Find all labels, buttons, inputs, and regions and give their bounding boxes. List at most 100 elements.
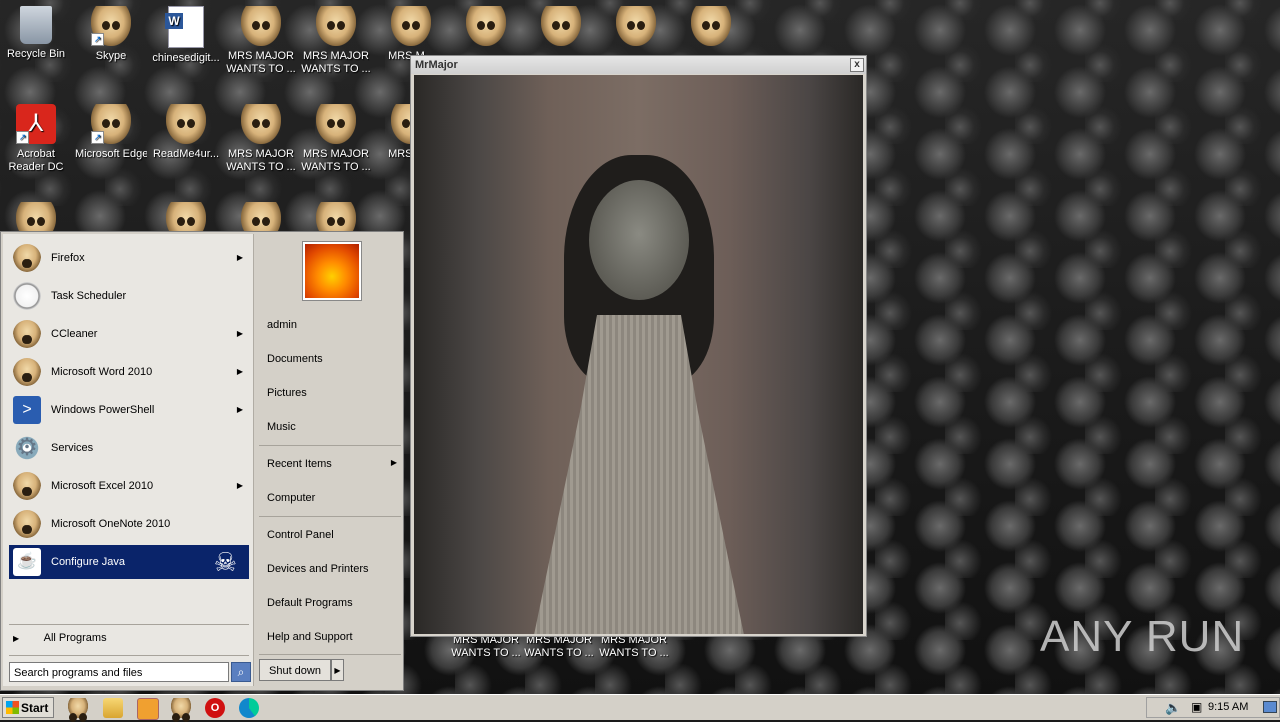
separator	[9, 624, 249, 625]
anyrun-watermark: ANY RUN	[1040, 612, 1245, 661]
desktop-icon-mrs-major-7[interactable]: MRS MAJOR WANTS TO ...	[450, 634, 522, 660]
start-right-pictures[interactable]: Pictures	[267, 387, 307, 399]
separator	[259, 654, 401, 655]
submenu-arrow-icon: ▶	[236, 405, 243, 414]
desktop-icon-mrs-major-4[interactable]: MRS MAJOR WANTS TO ...	[225, 98, 297, 174]
desktop-icon-mrs-major-2[interactable]: MRS MAJOR WANTS TO ...	[300, 0, 372, 76]
submenu-arrow-icon: ▶	[236, 481, 243, 490]
skull-icon	[13, 510, 41, 538]
start-right-music[interactable]: Music	[267, 421, 296, 433]
skull-icon	[316, 104, 356, 144]
skull-icon: ↗	[91, 104, 131, 144]
start-right-computer[interactable]: Computer	[267, 492, 315, 504]
all-programs[interactable]: ▶ All Programs	[13, 632, 107, 644]
mrmajor-window[interactable]: MrMajor x	[410, 55, 867, 637]
desktop-icon-skull[interactable]	[600, 0, 672, 50]
taskbar-skull-icon[interactable]	[171, 698, 191, 722]
start-item-services[interactable]: ⚙ Services	[9, 431, 249, 465]
desktop-icon-mrs-major-8[interactable]: MRS MAJOR WANTS TO ...	[523, 634, 595, 660]
desktop-icon-recycle-bin[interactable]: Recycle Bin	[0, 0, 72, 61]
submenu-arrow-icon: ▶	[236, 367, 243, 376]
user-picture[interactable]	[303, 242, 361, 300]
powershell-icon: >	[13, 396, 41, 424]
skull-icon: ↗	[91, 6, 131, 46]
skull-icon	[241, 6, 281, 46]
edge-icon[interactable]	[239, 698, 259, 718]
skull-icon	[13, 472, 41, 500]
start-item-task-scheduler[interactable]: Task Scheduler	[9, 279, 249, 313]
skull-icon	[13, 244, 41, 272]
desktop-icon-mrs-major-5[interactable]: MRS MAJOR WANTS TO ...	[300, 98, 372, 174]
action-center-icon[interactable]	[1263, 701, 1277, 713]
skull-icon	[466, 6, 506, 46]
desktop-icon-skull[interactable]	[525, 0, 597, 50]
shortcut-arrow-icon: ↗	[91, 131, 104, 144]
submenu-arrow-icon: ▶	[390, 458, 397, 467]
separator	[259, 445, 401, 446]
start-item-firefox[interactable]: Firefox ▶	[9, 241, 249, 275]
taskbar-skull-icon[interactable]	[68, 698, 88, 722]
skull-icon	[316, 6, 356, 46]
word-document-icon: W	[165, 6, 204, 48]
skull-icon	[166, 104, 206, 144]
desktop-icon-skull[interactable]	[675, 0, 747, 50]
submenu-arrow-icon: ▶	[236, 253, 243, 262]
desktop-icon-chinesedigit[interactable]: W chinesedigit...	[150, 0, 222, 65]
gear-icon: ⚙	[13, 434, 41, 462]
desktop-icon-edge[interactable]: ↗ Microsoft Edge	[75, 98, 147, 161]
clock[interactable]: 9:15 AM	[1208, 695, 1248, 719]
start-right-devices-printers[interactable]: Devices and Printers	[267, 563, 369, 575]
windows-flag-icon	[6, 701, 19, 714]
recycle-bin-icon	[20, 6, 52, 44]
network-icon[interactable]: ▣	[1191, 700, 1202, 714]
folder-icon[interactable]	[103, 698, 123, 718]
submenu-arrow-icon: ▶	[236, 329, 243, 338]
doll-dress	[534, 315, 744, 634]
desktop-icon-mrs-major-9[interactable]: MRS MAJOR WANTS TO ...	[598, 634, 670, 660]
java-icon: ☕	[13, 548, 41, 576]
shutdown-options-arrow[interactable]: ▶	[331, 659, 344, 681]
doll-face	[589, 180, 689, 300]
shutdown-button[interactable]: Shut down	[259, 659, 331, 681]
volume-icon[interactable]: 🔈	[1165, 700, 1181, 716]
start-item-ccleaner[interactable]: CCleaner ▶	[9, 317, 249, 351]
skull-icon	[241, 104, 281, 144]
skull-icon	[13, 320, 41, 348]
skull-icon	[616, 6, 656, 46]
start-item-word[interactable]: Microsoft Word 2010 ▶	[9, 355, 249, 389]
desktop-icon-acrobat[interactable]: ⅄ ↗ Acrobat Reader DC	[0, 98, 72, 174]
separator	[9, 655, 249, 656]
desktop-icon-skull[interactable]	[450, 0, 522, 50]
skull-icon	[391, 6, 431, 46]
desktop-icon-skype[interactable]: ↗ Skype	[75, 0, 147, 63]
start-right-default-programs[interactable]: Default Programs	[267, 597, 353, 609]
separator	[259, 516, 401, 517]
start-item-onenote[interactable]: Microsoft OneNote 2010	[9, 507, 249, 541]
start-item-configure-java[interactable]: ☕ Configure Java ☠	[9, 545, 249, 579]
desktop-icon-readme[interactable]: ReadMe4ur...	[150, 98, 222, 161]
close-icon[interactable]: x	[850, 58, 864, 72]
creepy-doll-image	[414, 75, 863, 634]
window-titlebar[interactable]: MrMajor x	[411, 56, 866, 74]
search-icon[interactable]: ⌕	[231, 662, 251, 682]
window-title: MrMajor	[415, 59, 458, 71]
desktop-icon-mrs-major-1[interactable]: MRS MAJOR WANTS TO ...	[225, 0, 297, 76]
opera-icon[interactable]: O	[205, 698, 225, 718]
skull-icon	[691, 6, 731, 46]
start-right-admin[interactable]: admin	[267, 319, 297, 331]
start-menu: Firefox ▶ Task Scheduler CCleaner ▶ Micr…	[0, 231, 404, 691]
skull-icon	[541, 6, 581, 46]
start-right-recent-items[interactable]: Recent Items ▶	[267, 458, 397, 470]
start-right-documents[interactable]: Documents	[267, 353, 323, 365]
start-right-help-support[interactable]: Help and Support	[267, 631, 353, 643]
shortcut-arrow-icon: ↗	[16, 131, 29, 144]
search-input[interactable]: Search programs and files	[9, 662, 229, 682]
start-item-excel[interactable]: Microsoft Excel 2010 ▶	[9, 469, 249, 503]
start-item-powershell[interactable]: > Windows PowerShell ▶	[9, 393, 249, 427]
start-right-control-panel[interactable]: Control Panel	[267, 529, 334, 541]
media-player-icon[interactable]	[137, 698, 159, 720]
desktop-icon-mrs-major-3[interactable]: MRS M...	[375, 0, 447, 63]
arrow-right-icon: ▶	[13, 634, 20, 643]
taskbar: Start O 🔈 ▣ 9:15 AM	[0, 694, 1280, 722]
start-button[interactable]: Start	[2, 697, 54, 718]
